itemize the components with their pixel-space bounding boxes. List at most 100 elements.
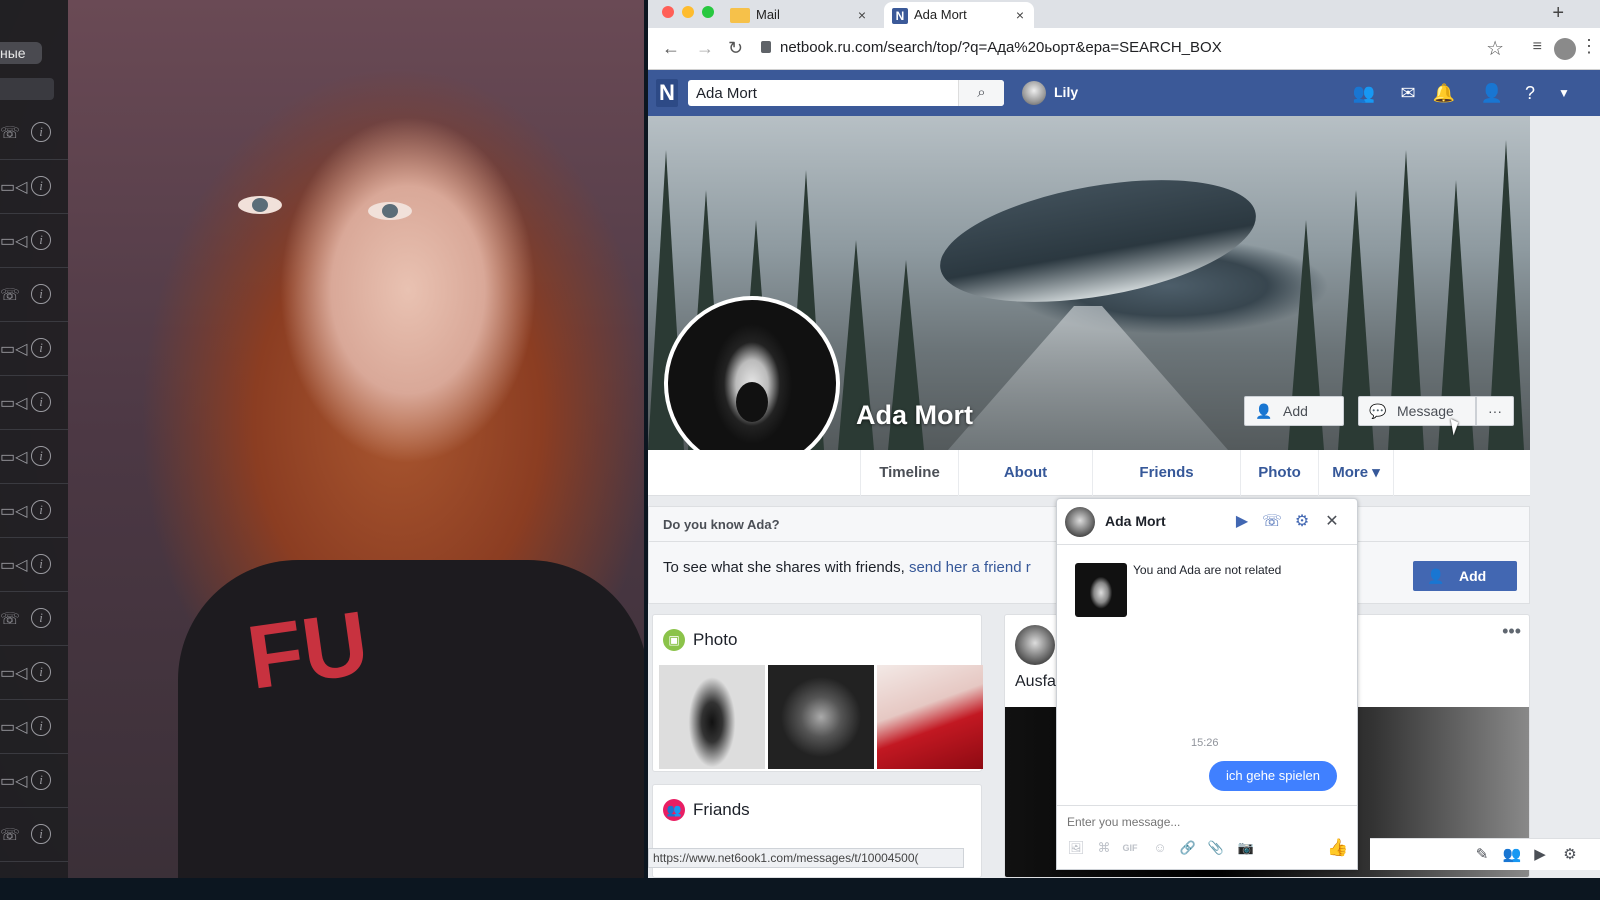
forward-icon[interactable]: →	[696, 38, 714, 59]
new-tab-button[interactable]: +	[1552, 2, 1564, 25]
sticker-icon[interactable]: ⌘	[1095, 839, 1113, 857]
chat-settings-icon[interactable]: ⚙	[1291, 511, 1313, 533]
notifications-icon[interactable]: 🔔	[1432, 82, 1456, 104]
call-log-tab[interactable]: ные	[0, 42, 42, 64]
call-log-row[interactable]: ▭◁ i	[0, 216, 68, 268]
friend-suggestion-prefix: To see what she shares with friends,	[663, 559, 909, 576]
back-icon[interactable]: ←	[662, 38, 680, 59]
messenger-icon[interactable]: ✉	[1396, 82, 1420, 104]
camera-icon[interactable]: 📷	[1237, 839, 1255, 857]
netbook-logo[interactable]: N	[656, 79, 678, 107]
link-icon[interactable]: 🔗	[1179, 839, 1197, 857]
netbook-header: N ⌕ Lily 👥 ✉ 🔔 👤 ? ▼	[648, 70, 1600, 116]
info-icon[interactable]: i	[31, 338, 51, 358]
new-group-icon[interactable]: 👥	[1502, 845, 1522, 865]
call-log-row[interactable]: ▭◁ i	[0, 486, 68, 538]
call-log-row[interactable]: ▭◁ i	[0, 540, 68, 592]
image-icon[interactable]: 🖼	[1067, 839, 1085, 857]
info-icon[interactable]: i	[31, 662, 51, 682]
chat-avatar[interactable]	[1065, 507, 1095, 537]
tab-ada-mort[interactable]: N Ada Mort ×	[884, 2, 1034, 28]
close-tab-icon[interactable]: ×	[858, 2, 866, 28]
call-log-filter[interactable]	[0, 78, 54, 100]
thumbs-up-icon[interactable]: 👍	[1327, 837, 1349, 859]
tab-more[interactable]: More ▾	[1318, 450, 1394, 496]
info-icon[interactable]: i	[31, 500, 51, 520]
emoji-icon[interactable]: ☺	[1151, 839, 1169, 857]
voice-call-icon[interactable]: ☏	[1261, 511, 1283, 533]
call-log-row[interactable]: ▭◁ i	[0, 702, 68, 754]
tab-friends[interactable]: Friends	[1092, 450, 1240, 496]
add-friend-primary-label: Add	[1459, 568, 1487, 584]
bookmark-star-icon[interactable]: ☆	[1486, 36, 1504, 61]
webcam-eye-left	[238, 196, 282, 214]
reload-icon[interactable]: ↻	[728, 38, 743, 59]
chat-message-input[interactable]	[1067, 813, 1337, 831]
info-icon[interactable]: i	[31, 446, 51, 466]
call-log-row[interactable]: ▭◁ i	[0, 378, 68, 430]
friend-requests-icon[interactable]: 👥	[1352, 82, 1376, 104]
attachment-icon[interactable]: 📎	[1207, 839, 1225, 857]
info-icon[interactable]: i	[31, 608, 51, 628]
gif-icon[interactable]: GIF	[1121, 839, 1139, 857]
close-window-button[interactable]	[662, 6, 674, 18]
help-icon[interactable]: ?	[1518, 82, 1542, 104]
minimize-window-button[interactable]	[682, 6, 694, 18]
add-friend-button[interactable]: 👤 Add	[1244, 396, 1344, 426]
send-friend-request-link[interactable]: send her a friend r	[909, 559, 1031, 576]
netbook-search: ⌕	[688, 80, 1004, 106]
chat-contact-name[interactable]: Ada Mort	[1105, 513, 1166, 529]
info-icon[interactable]: i	[31, 554, 51, 574]
call-log-row[interactable]: ▭◁ i	[0, 648, 68, 700]
info-icon[interactable]: i	[31, 824, 51, 844]
post-author-avatar[interactable]	[1015, 625, 1055, 665]
call-log-row[interactable]: ☏ i	[0, 270, 68, 322]
info-icon[interactable]: i	[31, 392, 51, 412]
video-call-icon[interactable]: ▶	[1231, 511, 1253, 533]
close-chat-icon[interactable]: ✕	[1321, 511, 1343, 533]
call-log-row[interactable]: ☏ i	[0, 108, 68, 160]
call-log-row[interactable]: ▭◁ i	[0, 432, 68, 484]
profile-picture[interactable]	[664, 296, 840, 472]
video-icon: ▭◁	[0, 341, 28, 358]
tab-mail[interactable]: Mail ×	[726, 2, 876, 28]
call-log-row[interactable]: ▭◁ i	[0, 756, 68, 808]
tab-photo[interactable]: Photo	[1240, 450, 1318, 496]
call-log-row[interactable]: ▭◁ i	[0, 162, 68, 214]
add-friend-primary-button[interactable]: 👤 Add	[1413, 561, 1517, 591]
tab-about[interactable]: About	[958, 450, 1092, 496]
tab-timeline[interactable]: Timeline	[860, 450, 958, 496]
call-log-row[interactable]: ☏ i	[0, 810, 68, 862]
info-icon[interactable]: i	[31, 176, 51, 196]
video-icon: ▭◁	[0, 665, 28, 682]
info-icon[interactable]: i	[31, 284, 51, 304]
call-log-row[interactable]: ▭◁ i	[0, 324, 68, 376]
video-icon: ▭◁	[0, 395, 28, 412]
friends-card-title[interactable]: Friands	[693, 800, 750, 820]
photo-card-title[interactable]: Photo	[693, 630, 737, 650]
url-field[interactable]: netbook.ru.com/search/top/?q=Ада%20ьорт&…	[780, 39, 1222, 56]
close-tab-icon[interactable]: ×	[1016, 2, 1024, 28]
photo-thumbnail[interactable]	[768, 665, 874, 769]
info-icon[interactable]: i	[31, 122, 51, 142]
search-icon[interactable]: ⌕	[958, 80, 1004, 106]
call-log-row[interactable]: ☏ i	[0, 594, 68, 646]
account-menu-icon[interactable]: ▼	[1552, 82, 1576, 104]
video-call-icon[interactable]: ▶	[1530, 845, 1550, 865]
settings-icon[interactable]: ⚙	[1560, 845, 1580, 865]
browser-menu-icon[interactable]: ⋮	[1580, 36, 1598, 57]
compose-icon[interactable]: ✎	[1472, 845, 1492, 865]
browser-profile-icon[interactable]	[1554, 38, 1576, 60]
privacy-icon[interactable]: 👤	[1480, 82, 1504, 104]
post-options-icon[interactable]: •••	[1502, 621, 1521, 642]
info-icon[interactable]: i	[31, 230, 51, 250]
info-icon[interactable]: i	[31, 770, 51, 790]
reading-list-icon[interactable]: ≡	[1533, 38, 1542, 56]
zoom-window-button[interactable]	[702, 6, 714, 18]
sent-message-bubble: ich gehe spielen	[1209, 761, 1337, 791]
more-options-button[interactable]: ···	[1476, 396, 1514, 426]
info-icon[interactable]: i	[31, 716, 51, 736]
search-input[interactable]	[696, 83, 956, 103]
photo-thumbnail[interactable]	[659, 665, 765, 769]
photo-thumbnail[interactable]	[877, 665, 983, 769]
